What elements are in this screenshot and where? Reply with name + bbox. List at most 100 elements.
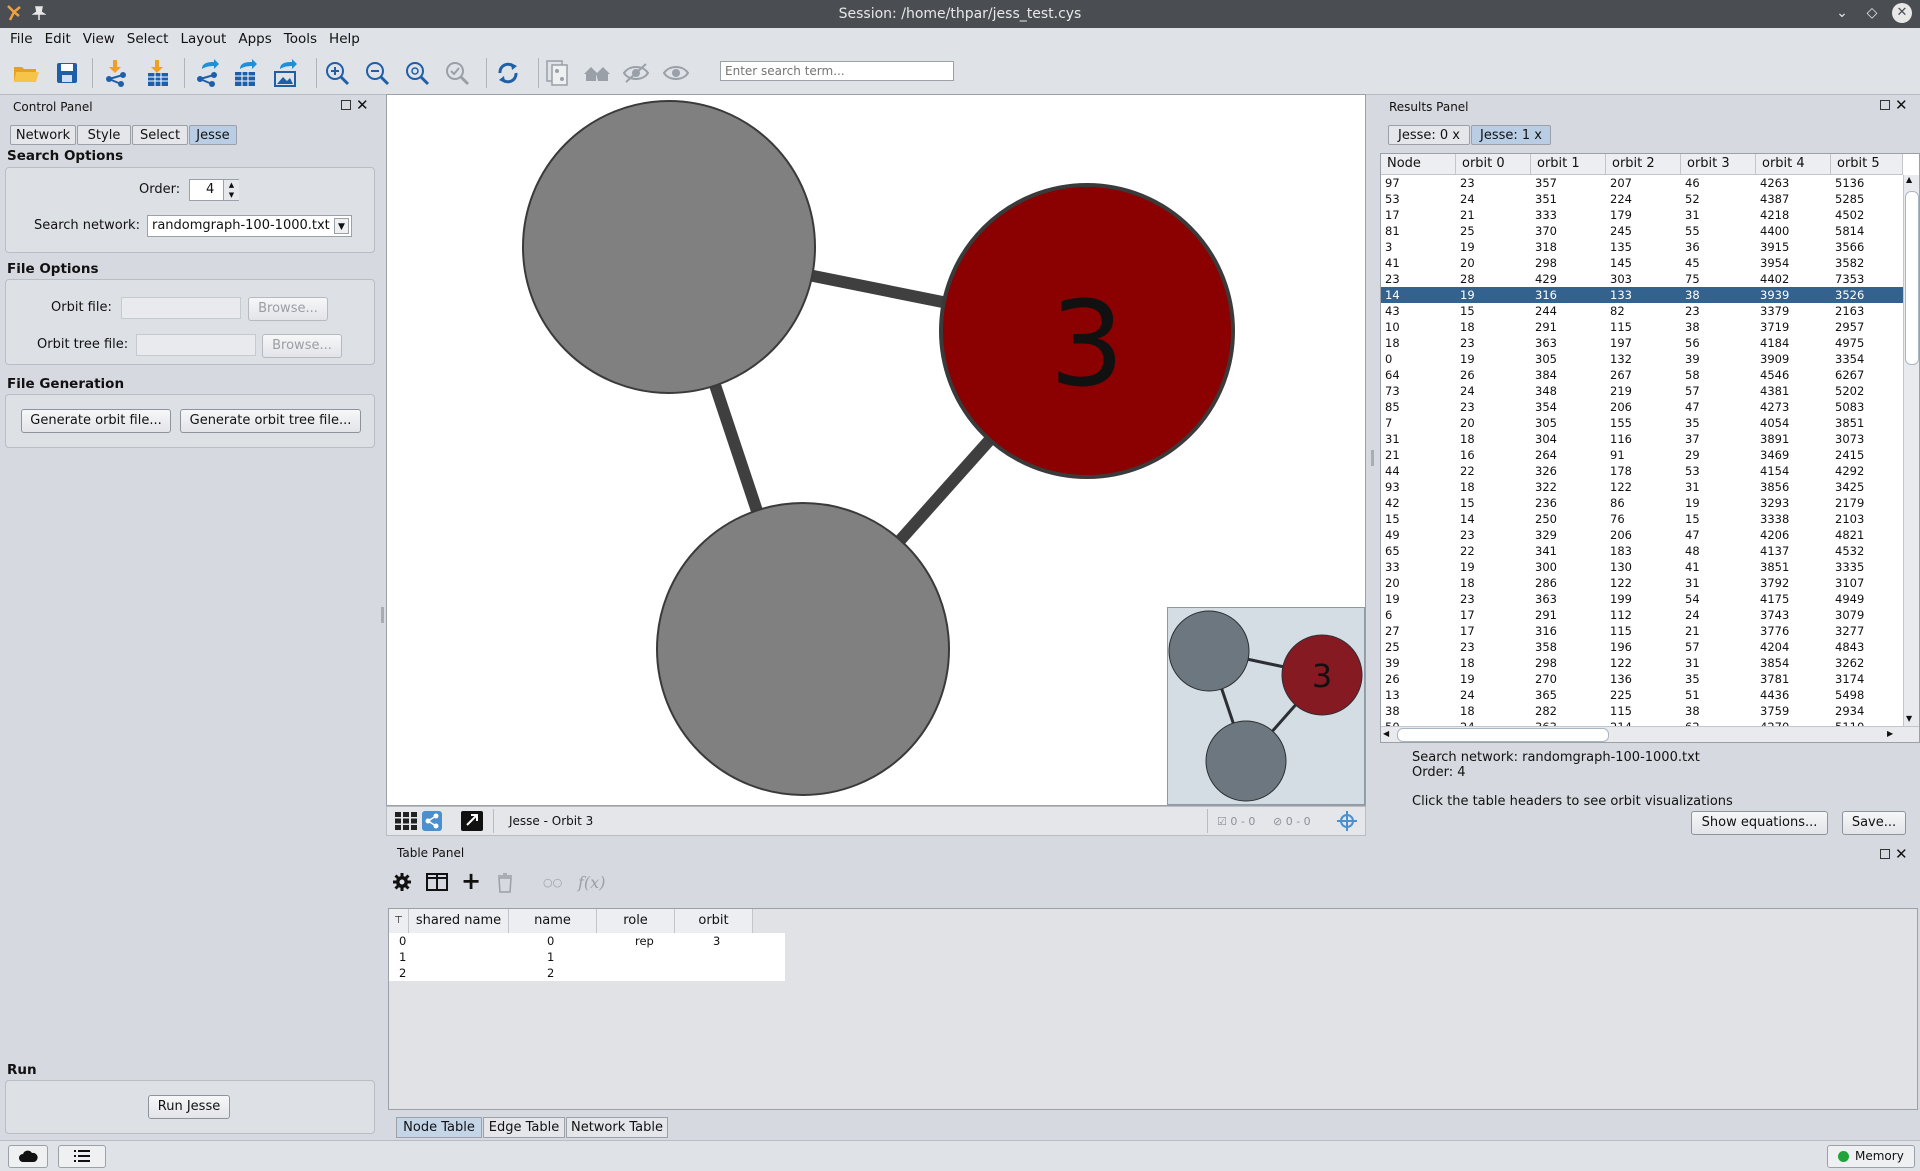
- menu-edit[interactable]: Edit: [39, 31, 77, 47]
- table-row[interactable]: 33 19 300 130 41 3851 3335: [1381, 559, 1903, 575]
- table-row[interactable]: 11: [389, 949, 781, 965]
- network-canvas[interactable]: 3 3: [386, 94, 1366, 806]
- close-tab-icon[interactable]: x: [1534, 128, 1542, 143]
- close-tab-icon[interactable]: x: [1452, 128, 1460, 143]
- table-row[interactable]: 13 24 365 225 51 4436 5498: [1381, 687, 1903, 703]
- generate-orbit-file-button[interactable]: Generate orbit file...: [21, 409, 171, 433]
- splitter-handle[interactable]: [1371, 450, 1374, 466]
- generate-orbit-tree-file-button[interactable]: Generate orbit tree file...: [180, 409, 361, 433]
- scroll-left-icon[interactable]: ◀: [1383, 729, 1389, 738]
- save-button[interactable]: Save...: [1842, 811, 1906, 835]
- search-network-select[interactable]: randomgraph-100-1000.txt ▼: [147, 215, 352, 237]
- table-row[interactable]: 17 21 333 179 31 4218 4502: [1381, 207, 1903, 223]
- show-columns-icon[interactable]: [426, 873, 448, 895]
- navigator-icon[interactable]: [1337, 811, 1357, 835]
- column-header[interactable]: shared name: [409, 909, 509, 933]
- tab-jesse[interactable]: Jesse: [189, 125, 237, 145]
- close-panel-icon[interactable]: ✕: [356, 96, 369, 114]
- run-jesse-button[interactable]: Run Jesse: [148, 1095, 230, 1119]
- orbit-tree-file-field[interactable]: [136, 334, 256, 356]
- delete-column-icon[interactable]: [497, 873, 513, 897]
- export-network-icon[interactable]: [192, 58, 222, 88]
- close-panel-icon[interactable]: ✕: [1895, 845, 1908, 863]
- refresh-icon[interactable]: [493, 58, 523, 88]
- float-panel-icon[interactable]: [1880, 100, 1890, 110]
- search-input[interactable]: [720, 61, 954, 81]
- table-row[interactable]: 18 23 363 197 56 4184 4975: [1381, 335, 1903, 351]
- grid-view-icon[interactable]: [395, 812, 417, 834]
- column-header[interactable]: orbit 2: [1606, 154, 1681, 174]
- column-header[interactable]: orbit: [675, 909, 753, 933]
- tab-jesse-0[interactable]: Jesse: 0 x: [1388, 125, 1470, 145]
- table-row[interactable]: 42 15 236 86 19 3293 2179: [1381, 495, 1903, 511]
- scroll-down-icon[interactable]: ▼: [1906, 714, 1912, 723]
- orbit-file-browse-button[interactable]: Browse...: [248, 297, 328, 321]
- table-row[interactable]: 41 20 298 145 45 3954 3582: [1381, 255, 1903, 271]
- scroll-up-icon[interactable]: ▲: [1906, 175, 1912, 184]
- table-settings-icon[interactable]: [392, 872, 412, 896]
- network-node[interactable]: [522, 100, 816, 394]
- network-node[interactable]: [656, 502, 950, 796]
- menu-layout[interactable]: Layout: [174, 31, 232, 47]
- vertical-scrollbar[interactable]: ▲ ▼: [1903, 175, 1919, 726]
- table-row[interactable]: 73 24 348 219 57 4381 5202: [1381, 383, 1903, 399]
- table-row[interactable]: 85 23 354 206 47 4273 5083: [1381, 399, 1903, 415]
- zoom-selected-icon[interactable]: [442, 58, 472, 88]
- column-header[interactable]: role: [597, 909, 675, 933]
- float-panel-icon[interactable]: [341, 100, 351, 110]
- order-spinner[interactable]: 4 ▲ ▼: [189, 179, 239, 201]
- menu-select[interactable]: Select: [121, 31, 175, 47]
- new-network-from-selection-icon[interactable]: [542, 58, 572, 88]
- memory-button[interactable]: Memory: [1827, 1145, 1915, 1168]
- table-row[interactable]: 15 14 250 76 15 3338 2103: [1381, 511, 1903, 527]
- table-row[interactable]: 6 17 291 112 24 3743 3079: [1381, 607, 1903, 623]
- table-row[interactable]: 49 23 329 206 47 4206 4821: [1381, 527, 1903, 543]
- open-folder-icon[interactable]: [11, 58, 41, 88]
- scroll-right-icon[interactable]: ▶: [1887, 729, 1893, 738]
- float-panel-icon[interactable]: [1880, 849, 1890, 859]
- table-row[interactable]: 21 16 264 91 29 3469 2415: [1381, 447, 1903, 463]
- table-row[interactable]: 43 15 244 82 23 3379 2163: [1381, 303, 1903, 319]
- table-row[interactable]: 50243632146242705110: [1381, 719, 1903, 726]
- table-row[interactable]: 0 0 rep 3: [389, 933, 781, 949]
- chevron-down-icon[interactable]: ▼: [334, 218, 349, 234]
- horizontal-scrollbar[interactable]: ◀ ▶: [1381, 726, 1919, 742]
- import-table-icon[interactable]: [143, 58, 173, 88]
- add-column-icon[interactable]: +: [461, 869, 481, 893]
- tab-network[interactable]: Network: [10, 125, 76, 145]
- column-header[interactable]: orbit 1: [1531, 154, 1606, 174]
- table-row[interactable]: 3 19 318 135 36 3915 3566: [1381, 239, 1903, 255]
- orbit-tree-browse-button[interactable]: Browse...: [262, 334, 342, 358]
- table-row[interactable]: 53 24 351 224 52 4387 5285: [1381, 191, 1903, 207]
- table-row[interactable]: 20 18 286 122 31 3792 3107: [1381, 575, 1903, 591]
- cloud-icon[interactable]: [8, 1145, 48, 1168]
- tab-select[interactable]: Select: [132, 125, 188, 145]
- import-network-icon[interactable]: [101, 58, 131, 88]
- close-panel-icon[interactable]: ✕: [1895, 96, 1908, 114]
- table-row[interactable]: 23 28 429 303 75 4402 7353: [1381, 271, 1903, 287]
- table-row[interactable]: 65 22 341 183 48 4137 4532: [1381, 543, 1903, 559]
- menu-tools[interactable]: Tools: [278, 31, 323, 47]
- function-builder-icon[interactable]: f(x): [578, 873, 605, 892]
- menu-file[interactable]: File: [0, 31, 39, 47]
- table-row[interactable]: 19 23 363 199 54 4175 4949: [1381, 591, 1903, 607]
- hide-icon[interactable]: [621, 58, 651, 88]
- show-equations-button[interactable]: Show equations...: [1691, 811, 1828, 835]
- table-row[interactable]: 0 19 305 132 39 3909 3354: [1381, 351, 1903, 367]
- export-table-icon[interactable]: [230, 58, 260, 88]
- menu-apps[interactable]: Apps: [232, 31, 277, 47]
- table-row[interactable]: 31 18 304 116 37 3891 3073: [1381, 431, 1903, 447]
- orbit-file-field[interactable]: [121, 297, 241, 319]
- share-icon[interactable]: [422, 811, 442, 831]
- table-row[interactable]: 14 19 316 133 38 3939 3526: [1381, 287, 1903, 303]
- network-overview[interactable]: 3: [1167, 607, 1365, 805]
- table-row[interactable]: 44 22 326 178 53 4154 4292: [1381, 463, 1903, 479]
- tab-style[interactable]: Style: [77, 125, 131, 145]
- tab-edge-table[interactable]: Edge Table: [483, 1117, 565, 1138]
- table-row[interactable]: 38 18 282 115 38 3759 2934: [1381, 703, 1903, 719]
- scrollbar-thumb[interactable]: [1905, 191, 1919, 365]
- column-header[interactable]: orbit 3: [1681, 154, 1756, 174]
- tab-network-table[interactable]: Network Table: [566, 1117, 668, 1138]
- column-header[interactable]: orbit 0: [1456, 154, 1531, 174]
- zoom-out-icon[interactable]: [362, 58, 392, 88]
